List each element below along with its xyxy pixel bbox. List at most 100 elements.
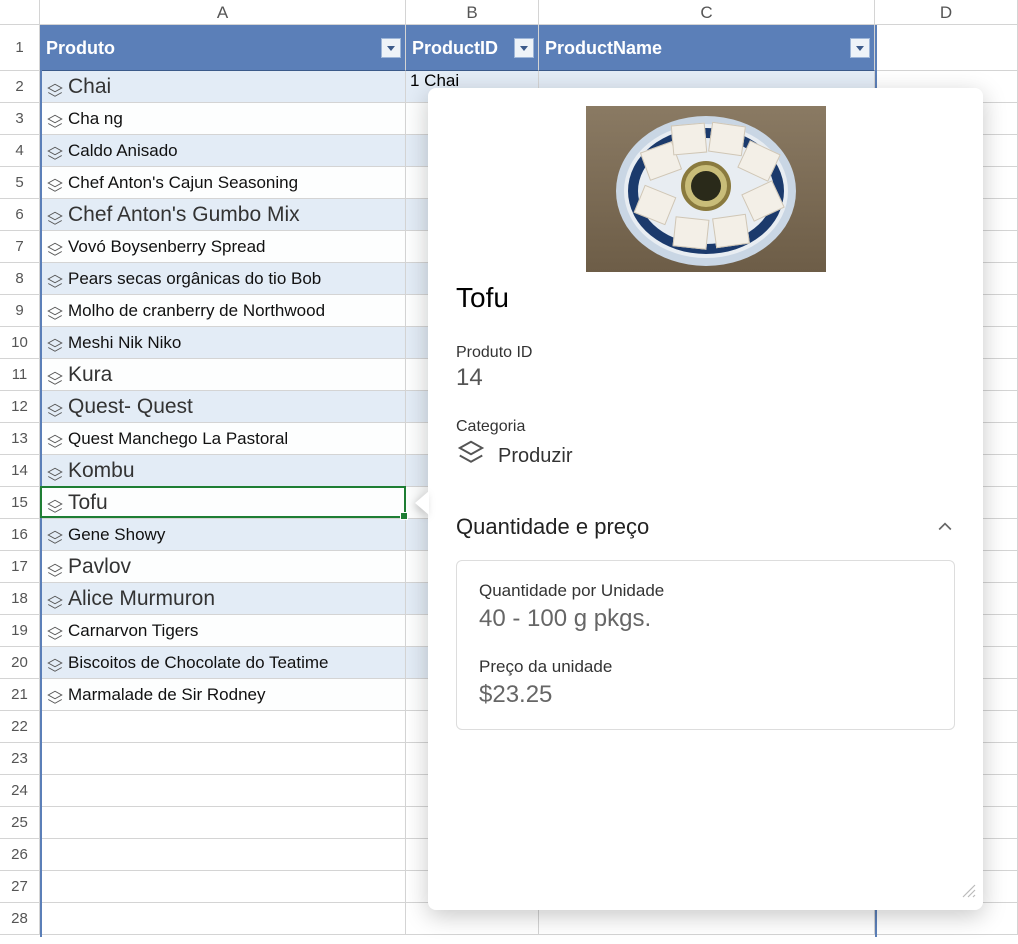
row-header-16[interactable]: 16 — [0, 519, 40, 551]
cell-A14[interactable]: Kombu — [40, 455, 406, 487]
row-header-28[interactable]: 28 — [0, 903, 40, 935]
row-header-23[interactable]: 23 — [0, 743, 40, 775]
cell-A10[interactable]: Meshi Nik Niko — [40, 327, 406, 359]
select-all-corner[interactable] — [0, 0, 40, 25]
data-type-icon — [46, 494, 64, 512]
row-header-14[interactable]: 14 — [0, 455, 40, 487]
column-header-D[interactable]: D — [875, 0, 1018, 25]
row-header-25[interactable]: 25 — [0, 807, 40, 839]
cell-A16[interactable]: Gene Showy — [40, 519, 406, 551]
cell-A5[interactable]: Chef Anton's Cajun Seasoning — [40, 167, 406, 199]
cell-A12[interactable]: Quest- Quest — [40, 391, 406, 423]
row-header-26[interactable]: 26 — [0, 839, 40, 871]
row-header-27[interactable]: 27 — [0, 871, 40, 903]
cell-A28[interactable] — [40, 903, 406, 935]
cell-A8[interactable]: Pears secas orgânicas do tio Bob — [40, 263, 406, 295]
row-header-9[interactable]: 9 — [0, 295, 40, 327]
row-header-24[interactable]: 24 — [0, 775, 40, 807]
cell-A26[interactable] — [40, 839, 406, 871]
column-header-B[interactable]: B — [406, 0, 539, 25]
cell-A27[interactable] — [40, 871, 406, 903]
cell-A23[interactable] — [40, 743, 406, 775]
product-name-text: Chef Anton's Gumbo Mix — [68, 199, 300, 231]
product-name-text: Quest- Quest — [68, 391, 193, 423]
header-productid[interactable]: ProductID — [406, 25, 539, 71]
product-name-text: Chef Anton's Cajun Seasoning — [68, 167, 298, 199]
data-type-icon — [46, 430, 64, 448]
row-header-10[interactable]: 10 — [0, 327, 40, 359]
cell-A4[interactable]: Caldo Anisado — [40, 135, 406, 167]
data-type-icon — [46, 526, 64, 544]
cell-D1[interactable] — [875, 25, 1018, 71]
row-header-15[interactable]: 15 — [0, 487, 40, 519]
section-header-qty-price[interactable]: Quantidade e preço — [456, 514, 955, 540]
cell-A15[interactable]: Tofu — [40, 487, 406, 519]
cell-A19[interactable]: Carnarvon Tigers — [40, 615, 406, 647]
productid-value: 14 — [456, 364, 955, 392]
spreadsheet-grid: A B C D 1ProdutoProductIDProductName2Cha… — [0, 0, 1018, 944]
product-name-text: Caldo Anisado — [68, 135, 178, 167]
data-type-icon — [46, 558, 64, 576]
data-type-icon — [46, 302, 64, 320]
product-name-text: Pavlov — [68, 551, 131, 583]
row-header-1[interactable]: 1 — [0, 25, 40, 71]
row-header-13[interactable]: 13 — [0, 423, 40, 455]
section-title: Quantidade e preço — [456, 514, 649, 540]
row-header-6[interactable]: 6 — [0, 199, 40, 231]
table-header-row: 1ProdutoProductIDProductName — [0, 25, 1018, 71]
filter-button-productname[interactable] — [850, 38, 870, 58]
row-header-21[interactable]: 21 — [0, 679, 40, 711]
row-header-4[interactable]: 4 — [0, 135, 40, 167]
cell-A6[interactable]: Chef Anton's Gumbo Mix — [40, 199, 406, 231]
data-type-icon — [46, 270, 64, 288]
qty-label: Quantidade por Unidade — [479, 581, 932, 601]
card-resize-handle[interactable] — [961, 883, 977, 904]
data-type-icon — [46, 334, 64, 352]
data-type-icon — [456, 438, 486, 474]
header-produto[interactable]: Produto — [40, 25, 406, 71]
filter-button-productid[interactable] — [514, 38, 534, 58]
price-value: $23.25 — [479, 681, 932, 709]
product-name-text: Tofu — [68, 487, 108, 519]
row-header-20[interactable]: 20 — [0, 647, 40, 679]
cell-A21[interactable]: Marmalade de Sir Rodney — [40, 679, 406, 711]
column-header-C[interactable]: C — [539, 0, 875, 25]
filter-button-produto[interactable] — [381, 38, 401, 58]
row-header-2[interactable]: 2 — [0, 71, 40, 103]
price-label: Preço da unidade — [479, 657, 932, 677]
data-type-icon — [46, 366, 64, 384]
cell-A11[interactable]: Kura — [40, 359, 406, 391]
qty-value: 40 - 100 g pkgs. — [479, 605, 932, 633]
product-name-text: Molho de cranberry de Northwood — [68, 295, 325, 327]
row-header-17[interactable]: 17 — [0, 551, 40, 583]
row-header-3[interactable]: 3 — [0, 103, 40, 135]
cell-A24[interactable] — [40, 775, 406, 807]
cell-A2[interactable]: Chai — [40, 71, 406, 103]
cell-A7[interactable]: Vovó Boysenberry Spread — [40, 231, 406, 263]
column-header-A[interactable]: A — [40, 0, 406, 25]
cell-A25[interactable] — [40, 807, 406, 839]
data-type-icon — [46, 654, 64, 672]
cell-A17[interactable]: Pavlov — [40, 551, 406, 583]
cell-A3[interactable]: Cha ng — [40, 103, 406, 135]
data-type-icon — [46, 142, 64, 160]
data-type-icon — [46, 398, 64, 416]
product-name-text: Vovó Boysenberry Spread — [68, 231, 266, 263]
row-header-12[interactable]: 12 — [0, 391, 40, 423]
row-header-7[interactable]: 7 — [0, 231, 40, 263]
product-name-text: Marmalade de Sir Rodney — [68, 679, 265, 711]
row-header-18[interactable]: 18 — [0, 583, 40, 615]
product-name-text: Pears secas orgânicas do tio Bob — [68, 263, 321, 295]
row-header-22[interactable]: 22 — [0, 711, 40, 743]
row-header-11[interactable]: 11 — [0, 359, 40, 391]
cell-A9[interactable]: Molho de cranberry de Northwood — [40, 295, 406, 327]
header-productname[interactable]: ProductName — [539, 25, 875, 71]
cell-A20[interactable]: Biscoitos de Chocolate do Teatime — [40, 647, 406, 679]
cell-A18[interactable]: Alice Murmuron — [40, 583, 406, 615]
row-header-8[interactable]: 8 — [0, 263, 40, 295]
cell-A13[interactable]: Quest Manchego La Pastoral — [40, 423, 406, 455]
row-header-5[interactable]: 5 — [0, 167, 40, 199]
data-type-icon — [46, 622, 64, 640]
cell-A22[interactable] — [40, 711, 406, 743]
row-header-19[interactable]: 19 — [0, 615, 40, 647]
